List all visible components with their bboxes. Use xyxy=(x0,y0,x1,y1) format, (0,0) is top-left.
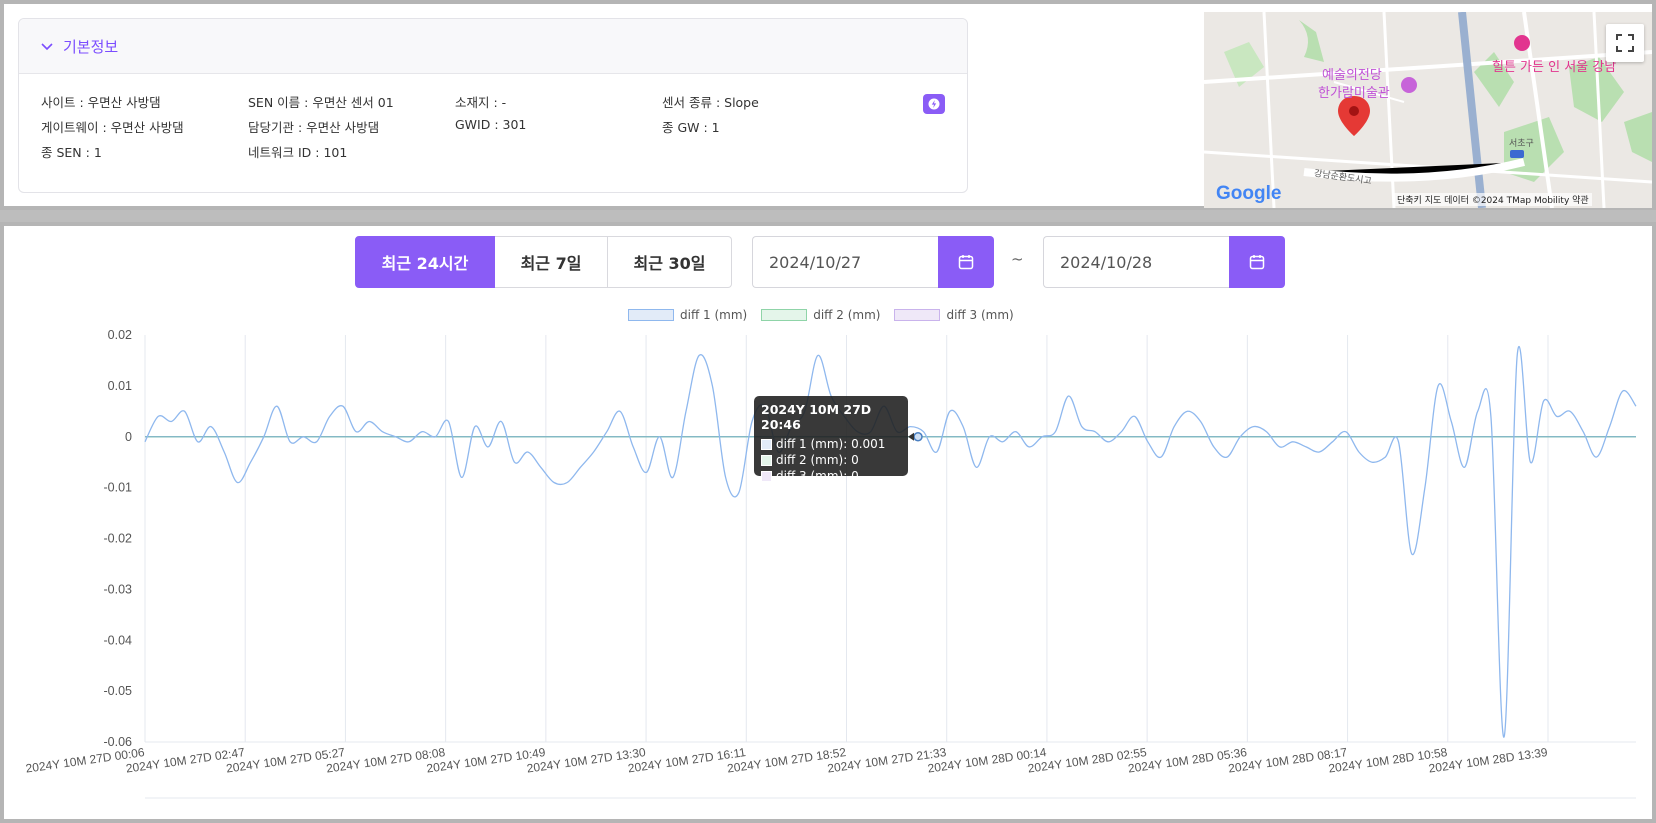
tooltip-value: diff 1 (mm): 0.001 xyxy=(776,437,886,451)
y-tick-label: 0 xyxy=(125,430,132,444)
tooltip-value: diff 3 (mm): 0 xyxy=(776,469,859,483)
date-to-picker: 2024/10/28 xyxy=(1043,236,1285,288)
date-range-separator: ~ xyxy=(1011,250,1024,268)
lightning-button[interactable] xyxy=(923,94,945,114)
y-tick-label: 0.01 xyxy=(108,379,132,393)
y-tick-label: -0.01 xyxy=(104,481,133,495)
map-footer[interactable]: 단축키 지도 데이터 ©2024 TMap Mobility 약관 xyxy=(1394,193,1592,206)
chart-tooltip: 2024Y 10M 27D 20:46 diff 1 (mm): 0.001 d… xyxy=(754,396,908,483)
calendar-icon xyxy=(1249,255,1265,270)
info-sensor-type: 센서 종류 : Slope xyxy=(662,95,759,110)
tooltip-row: diff 3 (mm): 0 xyxy=(761,468,901,484)
info-total-sen: 종 SEN : 1 xyxy=(41,145,102,160)
map-label-arts: 예술의전당 xyxy=(1322,68,1382,83)
info-sen-name: SEN 이름 : 우면산 센서 01 xyxy=(248,95,394,110)
museum-icon xyxy=(1401,77,1417,93)
range-24h-button[interactable]: 최근 24시간 xyxy=(355,236,495,288)
info-agency: 담당기관 : 우면산 사방댐 xyxy=(248,120,380,135)
tooltip-title: 2024Y 10M 27D 20:46 xyxy=(761,402,872,432)
map-label-seocho: 서초구 xyxy=(1509,139,1534,149)
y-tick-label: 0.02 xyxy=(108,328,132,342)
range-30d-button[interactable]: 최근 30일 xyxy=(608,236,732,288)
map-fullscreen-button[interactable] xyxy=(1606,24,1644,62)
tooltip-row: diff 1 (mm): 0.001 xyxy=(761,436,901,452)
tooltip-row: diff 2 (mm): 0 xyxy=(761,452,901,468)
google-logo: Google xyxy=(1216,183,1282,204)
y-tick-label: -0.02 xyxy=(104,532,133,546)
info-panel: 기본정보 사이트 : 우면산 사방댐 SEN 이름 : 우면산 센서 01 소재… xyxy=(0,0,1656,210)
tooltip-swatch xyxy=(761,438,772,450)
fullscreen-icon xyxy=(1616,34,1634,52)
info-location: 소재지 : - xyxy=(455,95,507,110)
basic-info-header[interactable]: 기본정보 xyxy=(19,19,967,74)
info-gwid: GWID : 301 xyxy=(455,117,527,132)
date-to-input[interactable]: 2024/10/28 xyxy=(1043,236,1229,288)
info-gateway: 게이트웨이 : 우면산 사방댐 xyxy=(41,120,184,135)
lightning-icon xyxy=(928,98,940,110)
hover-point xyxy=(913,432,923,442)
info-site: 사이트 : 우면산 사방댐 xyxy=(41,95,161,110)
tooltip-value: diff 2 (mm): 0 xyxy=(776,453,859,467)
range-selector: 최근 24시간 최근 7일 최근 30일 xyxy=(355,236,732,288)
chevron-down-icon xyxy=(41,43,53,51)
info-network-id: 네트워크 ID : 101 xyxy=(248,145,348,160)
date-from-picker: 2024/10/27 xyxy=(752,236,994,288)
date-from-calendar-button[interactable] xyxy=(938,236,994,288)
hotel-icon xyxy=(1514,35,1530,51)
tooltip-swatch xyxy=(761,470,772,482)
tooltip-pointer xyxy=(908,432,914,441)
y-tick-label: -0.04 xyxy=(104,633,133,647)
map-label-museum: 한가람미술관 xyxy=(1318,86,1390,101)
range-7d-button[interactable]: 최근 7일 xyxy=(495,236,608,288)
info-total-gw: 종 GW : 1 xyxy=(662,120,720,135)
basic-info-card: 기본정보 사이트 : 우면산 사방댐 SEN 이름 : 우면산 센서 01 소재… xyxy=(18,18,968,193)
basic-info-title: 기본정보 xyxy=(63,37,119,56)
map-label-hotel: 힐튼 가든 인 서울 강남 xyxy=(1492,60,1617,75)
date-from-input[interactable]: 2024/10/27 xyxy=(752,236,938,288)
tooltip-swatch xyxy=(761,454,772,466)
location-map[interactable]: 예술의전당 한가람미술관 힐튼 가든 인 서울 강남 강남순환도시고 서초구 G… xyxy=(1204,12,1652,208)
calendar-icon xyxy=(958,255,974,270)
map-tiles xyxy=(1204,12,1652,208)
y-tick-label: -0.05 xyxy=(104,684,133,698)
date-to-calendar-button[interactable] xyxy=(1229,236,1285,288)
y-tick-label: -0.03 xyxy=(104,582,133,596)
y-tick-label: -0.06 xyxy=(104,735,133,749)
